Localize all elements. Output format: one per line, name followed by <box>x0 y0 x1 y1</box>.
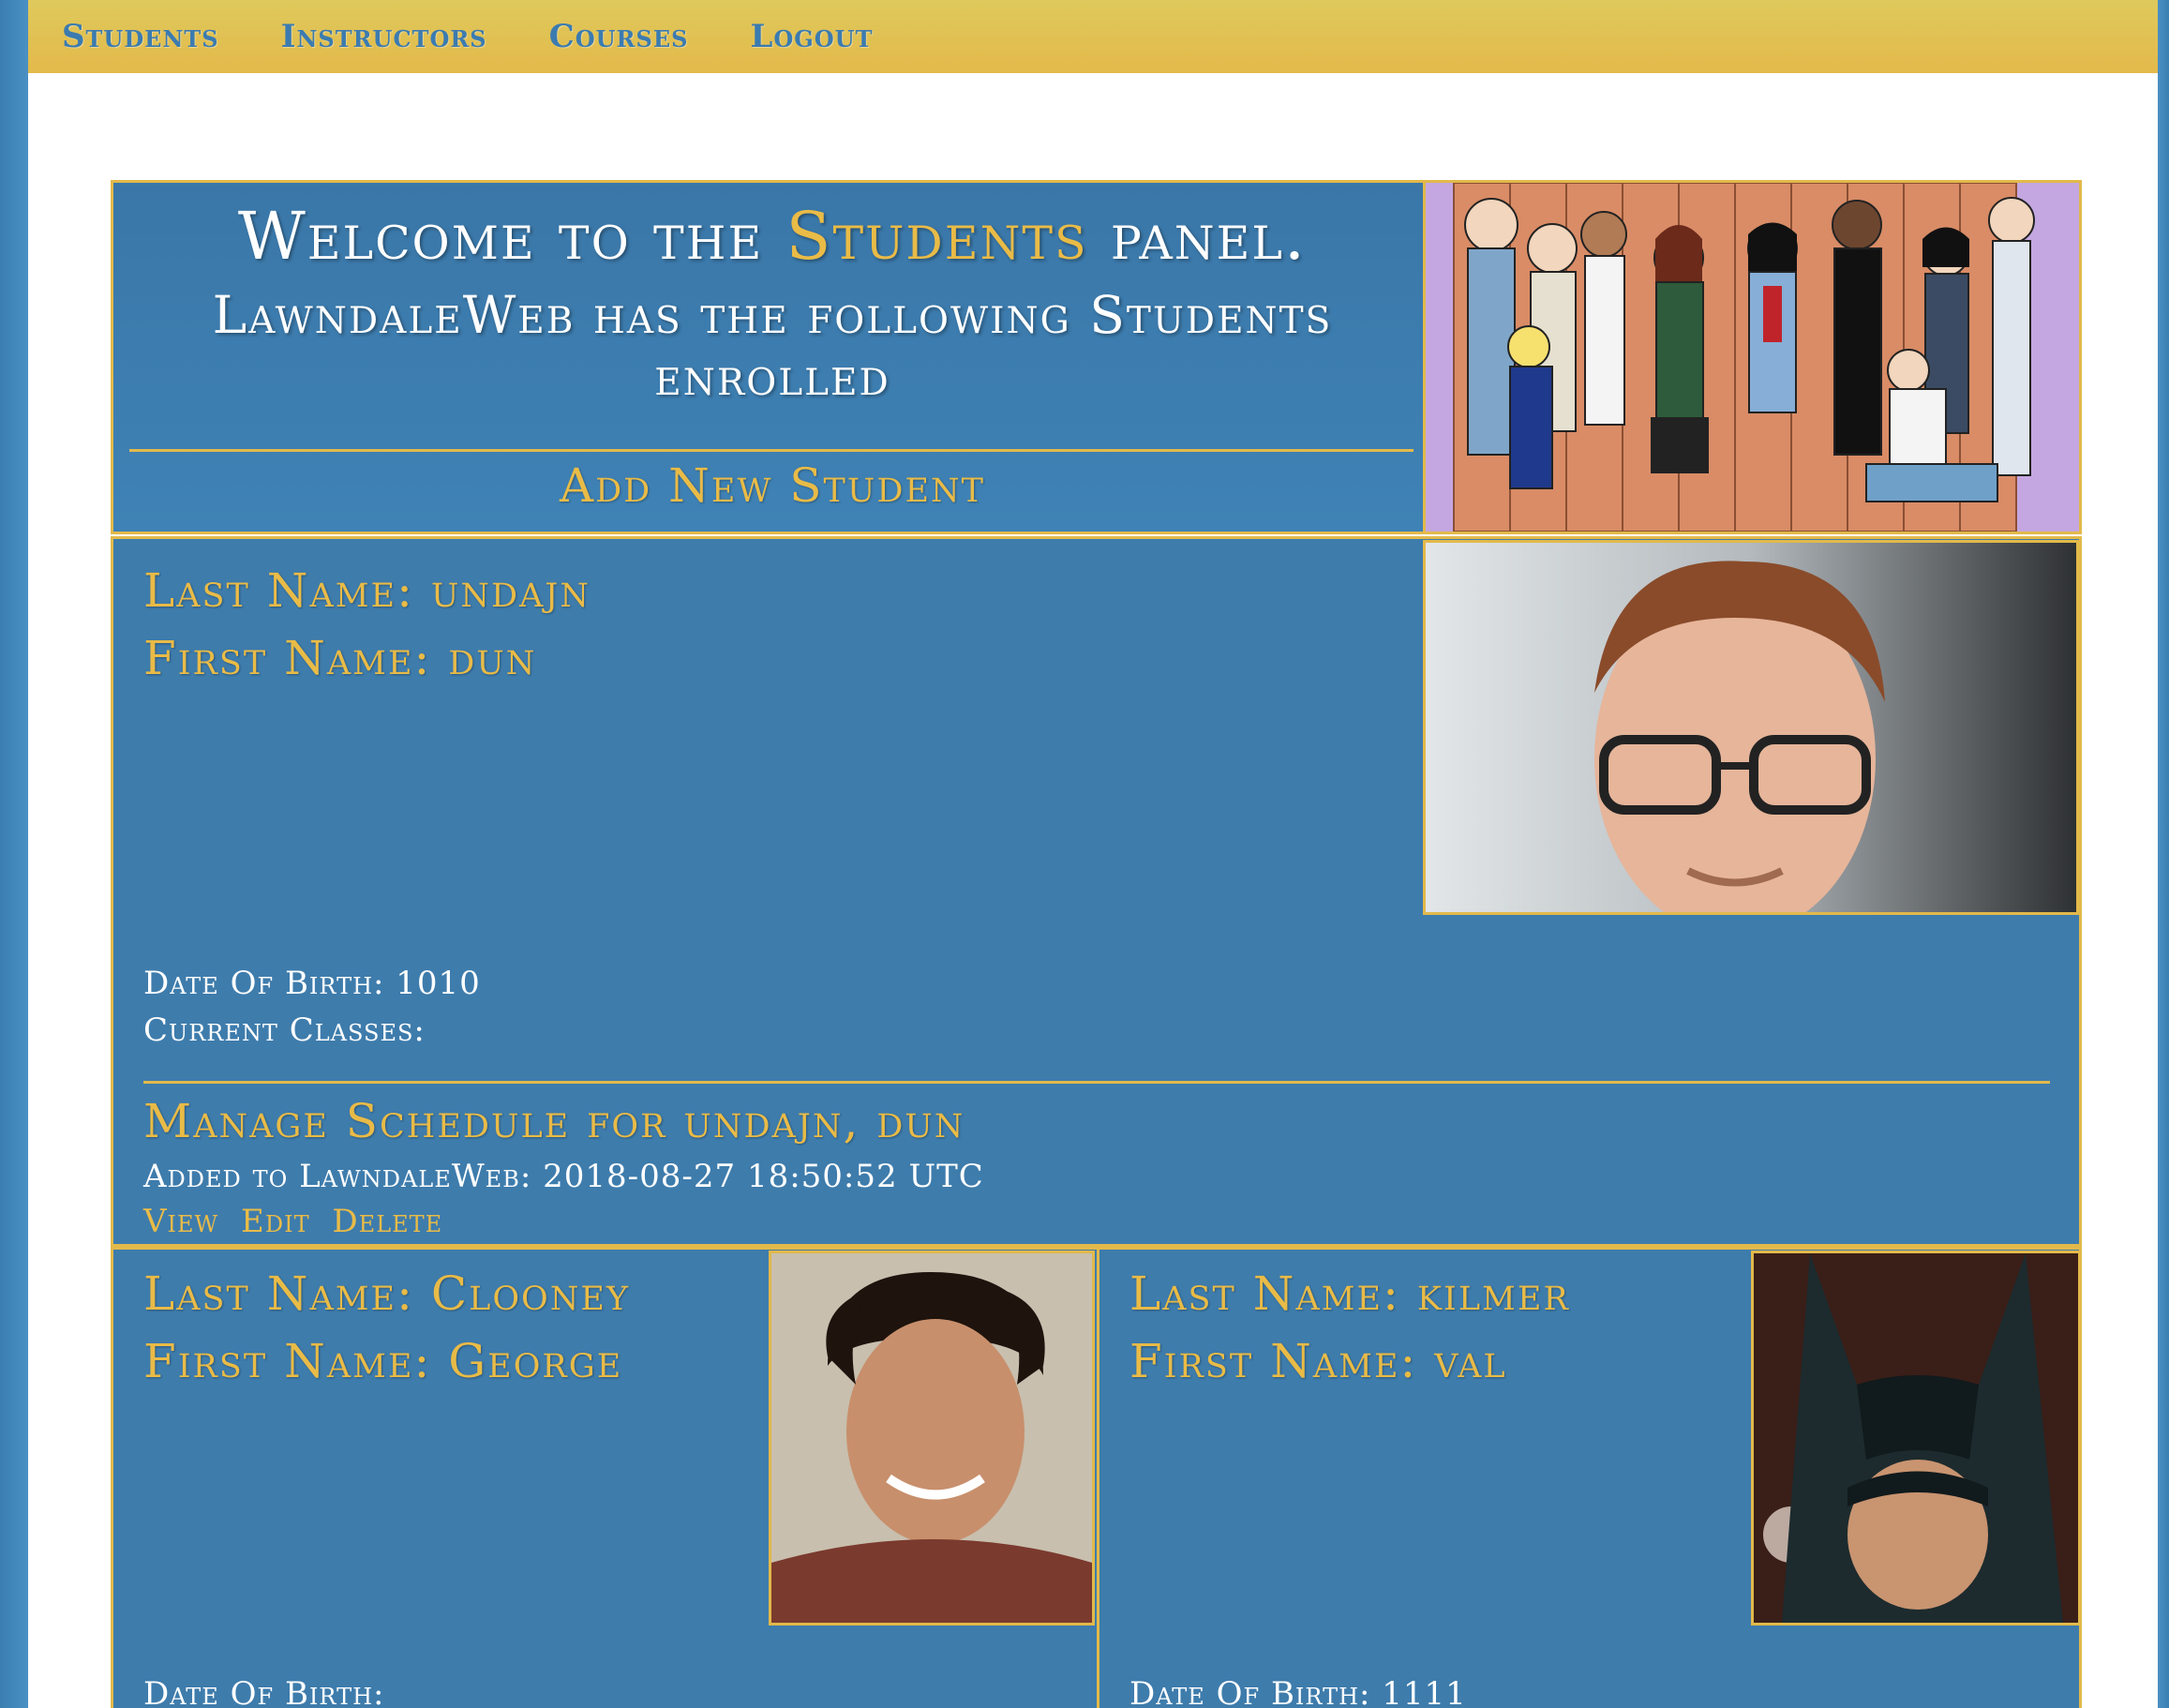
welcome-highlight: Students <box>785 198 1088 275</box>
page: Students Instructors Courses Logout Welc… <box>0 0 2169 1708</box>
student-divider <box>143 1081 2050 1084</box>
student-photo <box>769 1251 1095 1626</box>
student-dob: Date Of Birth: 1111 <box>1129 1675 1467 1708</box>
nav-logout-link[interactable]: Logout <box>750 18 873 55</box>
edit-link[interactable]: Edit <box>241 1203 310 1240</box>
student-dob: Date Of Birth: 1010 <box>143 965 481 1002</box>
welcome-prefix: Welcome to the <box>237 198 764 275</box>
nav-students-link[interactable]: Students <box>62 18 219 55</box>
welcome-panel: Welcome to the Students panel. LawndaleW… <box>111 180 1429 534</box>
student-first-name: First Name: val <box>1129 1334 1507 1388</box>
welcome-heading: Welcome to the Students panel. <box>113 198 1431 275</box>
student-first-name: First Name: dun <box>143 631 537 685</box>
right-side-bar <box>2158 0 2169 1708</box>
delete-link[interactable]: Delete <box>332 1203 442 1240</box>
student-added-date: Added to LawndaleWeb: 2018-08-27 18:50:5… <box>143 1158 984 1195</box>
view-link[interactable]: View <box>143 1203 218 1240</box>
nav-instructors-link[interactable]: Instructors <box>281 18 487 55</box>
student-current-classes: Current Classes: <box>143 1011 426 1049</box>
nav-courses-link[interactable]: Courses <box>549 18 689 55</box>
student-last-name: Last Name: undajn <box>143 563 591 618</box>
student-actions: View Edit Delete <box>143 1203 454 1240</box>
manage-schedule-link[interactable]: Manage Schedule for undajn, dun <box>143 1094 965 1148</box>
enrolled-subtitle: LawndaleWeb has the following Students e… <box>212 285 1333 407</box>
cartoon-cast-image <box>1423 180 2082 534</box>
student-dob: Date Of Birth: <box>143 1675 385 1708</box>
portrait-photo-icon <box>1754 1253 2078 1623</box>
portrait-photo-icon <box>771 1253 1092 1623</box>
top-nav-bar: Students Instructors Courses Logout <box>28 0 2158 73</box>
student-last-name: Last Name: kilmer <box>1129 1266 1570 1321</box>
add-new-student-link[interactable]: Add New Student <box>113 458 1431 513</box>
student-photo <box>1423 540 2079 915</box>
welcome-suffix: panel. <box>1110 198 1308 275</box>
student-photo <box>1751 1251 2081 1626</box>
portrait-photo-icon <box>1426 543 2076 912</box>
student-first-name: First Name: George <box>143 1334 623 1388</box>
student-last-name: Last Name: Clooney <box>143 1266 631 1321</box>
left-side-bar <box>0 0 28 1708</box>
cartoon-cast-illustration <box>1426 183 2079 532</box>
header-divider <box>129 449 1414 452</box>
